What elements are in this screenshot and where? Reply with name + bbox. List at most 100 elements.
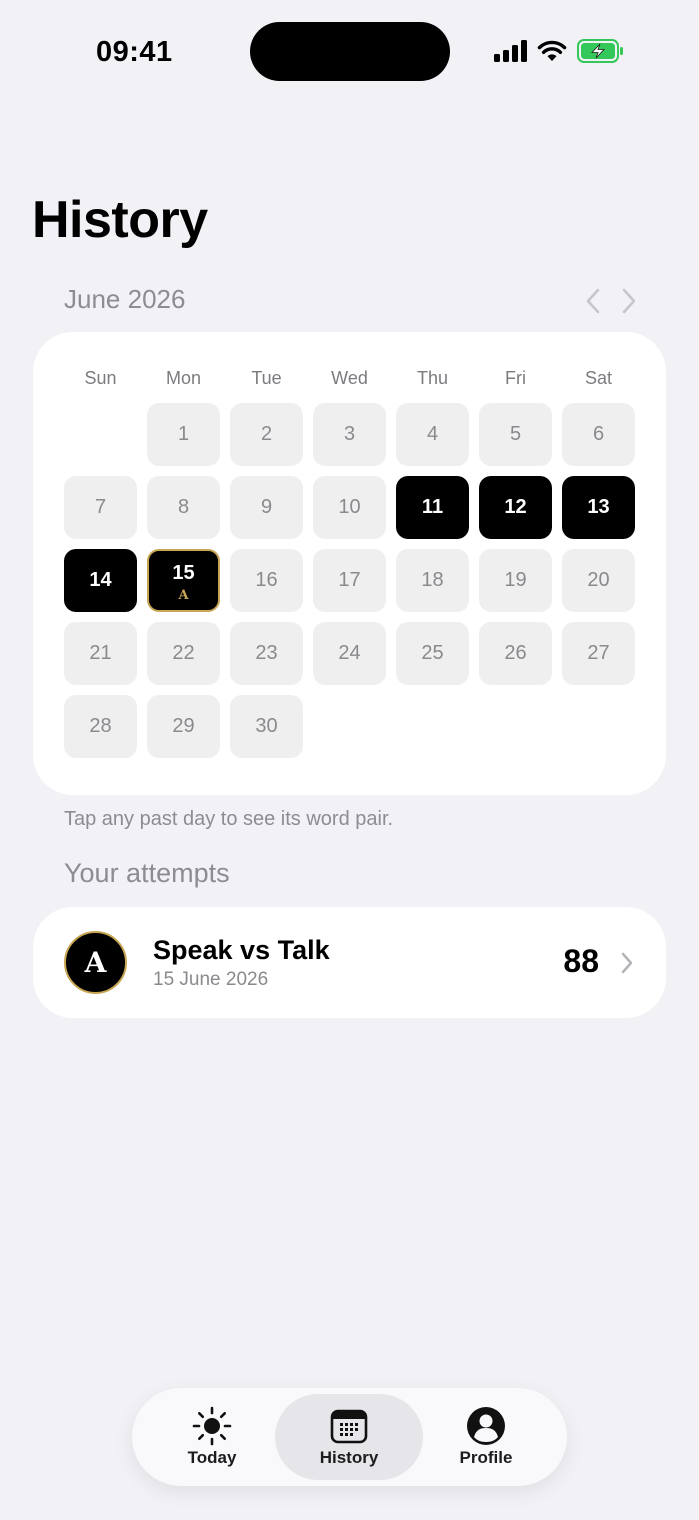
day-number: 20	[587, 569, 610, 591]
calendar-blank	[64, 403, 137, 466]
day-number: 10	[338, 496, 361, 518]
day-number: 29	[172, 715, 195, 737]
weekday-label: Wed	[331, 368, 368, 388]
grade-badge: A	[64, 931, 127, 994]
day-number: 21	[89, 642, 112, 664]
calendar-day[interactable]: 11	[396, 476, 469, 539]
day-number: 17	[338, 569, 361, 591]
day-number: 7	[94, 496, 107, 518]
status-time: 09:41	[96, 36, 173, 68]
calendar-day[interactable]: 28	[64, 695, 137, 758]
day-number: 2	[260, 423, 273, 445]
day-number: 13	[587, 496, 610, 518]
calendar-day[interactable]: 10	[313, 476, 386, 539]
day-number: 25	[421, 642, 444, 664]
day-number: 9	[260, 496, 273, 518]
calendar-day[interactable]: 24	[313, 622, 386, 685]
calendar-day[interactable]: 16	[230, 549, 303, 612]
weekday-label: Thu	[416, 368, 449, 388]
calendar-grid: 1 2 3 4 5 6 7 8 9 10 11 12 13 14 15 A 16 17 18 19 20 21 22 23 24…	[64, 403, 635, 758]
calendar-day[interactable]: 13	[562, 476, 635, 539]
page-title: History	[32, 191, 208, 249]
calendar-day[interactable]: 26	[479, 622, 552, 685]
day-number: 14	[89, 569, 112, 591]
attempt-row[interactable]: A Speak vs Talk 15 June 2026 88	[33, 907, 666, 1018]
tab-label: Profile	[459, 1448, 513, 1467]
day-number: 4	[426, 423, 439, 445]
day-number: 16	[255, 569, 278, 591]
tab-profile[interactable]: Profile	[412, 1394, 560, 1480]
day-number: 3	[343, 423, 356, 445]
day-number: 22	[172, 642, 195, 664]
day-grade: A	[178, 588, 189, 603]
battery-charging-icon	[577, 39, 623, 63]
day-number: 19	[504, 569, 527, 591]
calendar-hint: Tap any past day to see its word pair.	[64, 808, 394, 830]
day-number: 8	[177, 496, 190, 518]
day-number: 30	[255, 715, 278, 737]
attempt-title: Speak vs Talk	[153, 935, 330, 965]
tab-history[interactable]: History	[275, 1394, 423, 1480]
calendar-day[interactable]: 6	[562, 403, 635, 466]
calendar-card: Sun Mon Tue Wed Thu Fri Sat 1 2 3 4 5 6 7 8 9 10 11 12 13 1…	[33, 332, 666, 795]
calendar-day[interactable]: 25	[396, 622, 469, 685]
status-bar: 09:41	[0, 0, 699, 100]
attempt-date: 15 June 2026	[153, 969, 269, 990]
sun-icon	[192, 1406, 232, 1446]
calendar-day[interactable]: 7	[64, 476, 137, 539]
day-number: 28	[89, 715, 112, 737]
tab-label: History	[319, 1448, 379, 1467]
month-label: June 2026	[64, 284, 186, 314]
weekday-label: Tue	[251, 368, 282, 388]
calendar-day[interactable]: 5	[479, 403, 552, 466]
day-number: 1	[177, 423, 190, 445]
calendar-day[interactable]: 12	[479, 476, 552, 539]
day-number: 15	[172, 562, 195, 584]
day-number: 24	[338, 642, 361, 664]
calendar-day[interactable]: 23	[230, 622, 303, 685]
attempt-score: 88	[563, 943, 599, 979]
weekday-header: Sun Mon Tue Wed Thu Fri Sat	[64, 368, 635, 389]
cellular-signal-icon	[494, 40, 527, 62]
chevron-right-icon	[622, 288, 636, 314]
attempts-section-title: Your attempts	[64, 858, 230, 888]
calendar-day[interactable]: 8	[147, 476, 220, 539]
month-header: June 2026	[64, 284, 640, 318]
day-number: 5	[509, 423, 522, 445]
calendar-day[interactable]: 27	[562, 622, 635, 685]
calendar-day[interactable]: 29	[147, 695, 220, 758]
calendar-day[interactable]: 21	[64, 622, 137, 685]
day-number: 27	[587, 642, 610, 664]
calendar-day[interactable]: 20	[562, 549, 635, 612]
calendar-day[interactable]: 30	[230, 695, 303, 758]
weekday-label: Mon	[165, 368, 201, 388]
person-icon	[467, 1407, 505, 1445]
next-month-button[interactable]	[618, 286, 640, 316]
chevron-left-icon	[586, 288, 600, 314]
tab-today[interactable]: Today	[138, 1394, 286, 1480]
status-icons	[494, 36, 623, 66]
calendar-day[interactable]: 2	[230, 403, 303, 466]
calendar-day[interactable]: 22	[147, 622, 220, 685]
calendar-icon	[330, 1409, 368, 1444]
calendar-day[interactable]: 19	[479, 549, 552, 612]
calendar-day[interactable]: 1	[147, 403, 220, 466]
tab-label: Today	[187, 1448, 237, 1467]
day-number: 18	[421, 569, 444, 591]
wifi-icon	[537, 40, 567, 61]
previous-month-button[interactable]	[582, 286, 604, 316]
calendar-day[interactable]: 9	[230, 476, 303, 539]
calendar-day-today[interactable]: 15 A	[147, 549, 220, 612]
day-number: 11	[421, 496, 444, 518]
day-number: 6	[592, 423, 605, 445]
weekday-label: Sun	[84, 368, 117, 388]
calendar-day[interactable]: 3	[313, 403, 386, 466]
chevron-right-icon	[621, 952, 633, 974]
tab-bar: Today History Profile	[132, 1388, 567, 1486]
weekday-label: Sat	[584, 368, 613, 388]
calendar-day[interactable]: 14	[64, 549, 137, 612]
calendar-day[interactable]: 18	[396, 549, 469, 612]
calendar-day[interactable]: 4	[396, 403, 469, 466]
calendar-day[interactable]: 17	[313, 549, 386, 612]
dynamic-island	[250, 22, 450, 81]
